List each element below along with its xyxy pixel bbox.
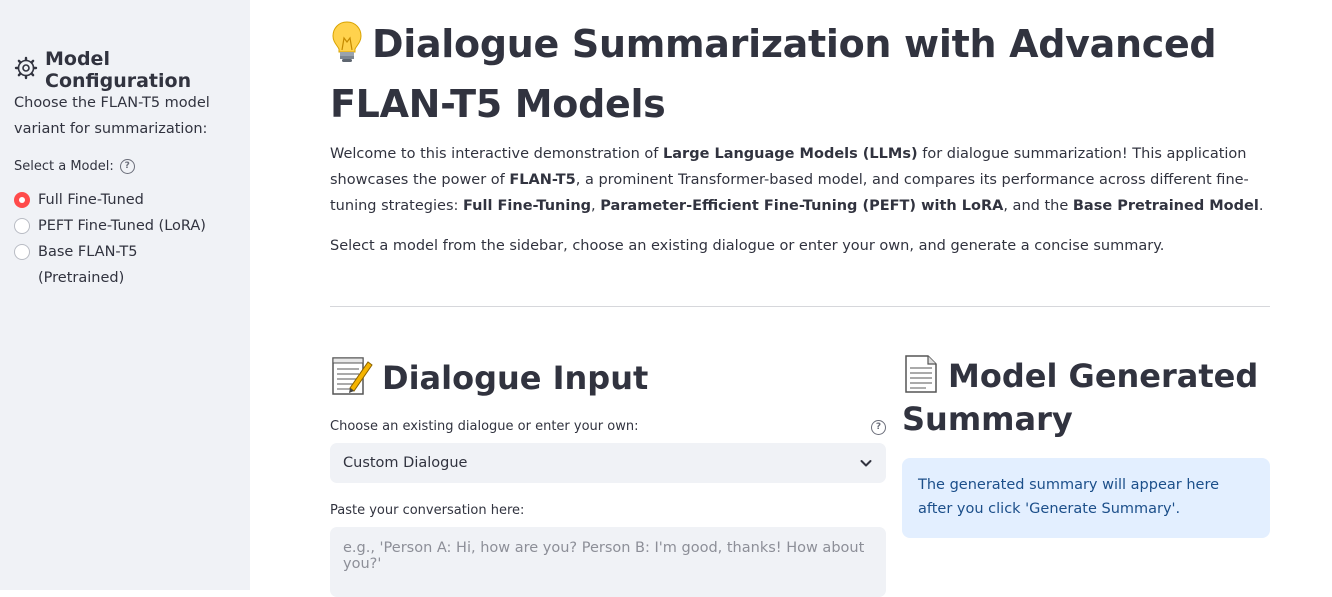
gear-icon xyxy=(14,56,38,85)
radio-indicator[interactable] xyxy=(14,218,30,234)
radio-selected-indicator[interactable] xyxy=(14,192,30,208)
intro-bold: Parameter-Efficient Fine-Tuning (PEFT) w… xyxy=(600,198,1004,214)
intro-bold: Base Pretrained Model xyxy=(1072,198,1259,214)
document-icon xyxy=(905,355,937,393)
intro-bold: Full Fine-Tuning xyxy=(463,198,592,214)
conversation-textarea[interactable]: e.g., 'Person A: Hi, how are you? Person… xyxy=(330,527,886,597)
intro-text: . xyxy=(1258,198,1264,214)
paste-conversation-label: Paste your conversation here: xyxy=(330,503,525,518)
radio-base-flan-t5[interactable]: Base FLAN-T5 (Pretrained) xyxy=(14,239,239,291)
page-title-text: Dialogue Summarization with Advanced FLA… xyxy=(330,22,1217,126)
sidebar-title-text: Model Configuration xyxy=(45,48,192,92)
dialogue-input-heading: Dialogue Input xyxy=(330,354,648,400)
dialogue-select[interactable]: Custom Dialogue xyxy=(330,443,886,483)
divider xyxy=(330,306,1270,307)
lightbulb-icon xyxy=(330,20,364,78)
dialogue-input-heading-text: Dialogue Input xyxy=(382,359,649,397)
radio-label: Full Fine-Tuned xyxy=(38,192,144,208)
radio-full-fine-tuned[interactable]: Full Fine-Tuned xyxy=(14,187,239,213)
sidebar: Model Configuration Choose the FLAN-T5 m… xyxy=(0,0,250,590)
help-icon[interactable]: ? xyxy=(871,420,886,435)
radio-peft-lora[interactable]: PEFT Fine-Tuned (LoRA) xyxy=(14,213,239,239)
radio-indicator[interactable] xyxy=(14,244,30,260)
summary-heading-text: Model Generated Summary xyxy=(902,357,1259,438)
intro-paragraph: Welcome to this interactive demonstratio… xyxy=(330,141,1265,219)
page-title: Dialogue Summarization with Advanced FLA… xyxy=(330,18,1270,131)
chevron-down-icon[interactable] xyxy=(859,456,873,470)
select-model-label: Select a Model: ? xyxy=(14,159,135,174)
summary-info-box: The generated summary will appear here a… xyxy=(902,458,1270,538)
sidebar-title: Model Configuration xyxy=(14,48,250,92)
radio-label: PEFT Fine-Tuned (LoRA) xyxy=(38,218,206,234)
dialogue-select-value: Custom Dialogue xyxy=(343,455,468,471)
help-icon[interactable]: ? xyxy=(119,159,135,174)
choose-dialogue-label: Choose an existing dialogue or enter you… xyxy=(330,419,639,434)
model-radio-group: Full Fine-Tuned PEFT Fine-Tuned (LoRA) B… xyxy=(14,187,239,291)
select-model-label-text: Select a Model: xyxy=(14,159,114,174)
intro-text: , and the xyxy=(1003,198,1073,214)
intro-text: Welcome to this interactive demonstratio… xyxy=(330,146,664,162)
memo-icon xyxy=(332,357,373,395)
intro-text: , xyxy=(591,198,601,214)
summary-heading: Model Generated Summary xyxy=(902,354,1272,441)
conversation-placeholder: e.g., 'Person A: Hi, how are you? Person… xyxy=(343,540,865,572)
intro-bold: Large Language Models (LLMs) xyxy=(663,146,918,162)
radio-label: Base FLAN-T5 (Pretrained) xyxy=(38,244,138,286)
sidebar-description: Choose the FLAN-T5 model variant for sum… xyxy=(14,95,210,137)
instructions-paragraph: Select a model from the sidebar, choose … xyxy=(330,238,1165,254)
intro-bold: FLAN-T5 xyxy=(509,172,576,188)
